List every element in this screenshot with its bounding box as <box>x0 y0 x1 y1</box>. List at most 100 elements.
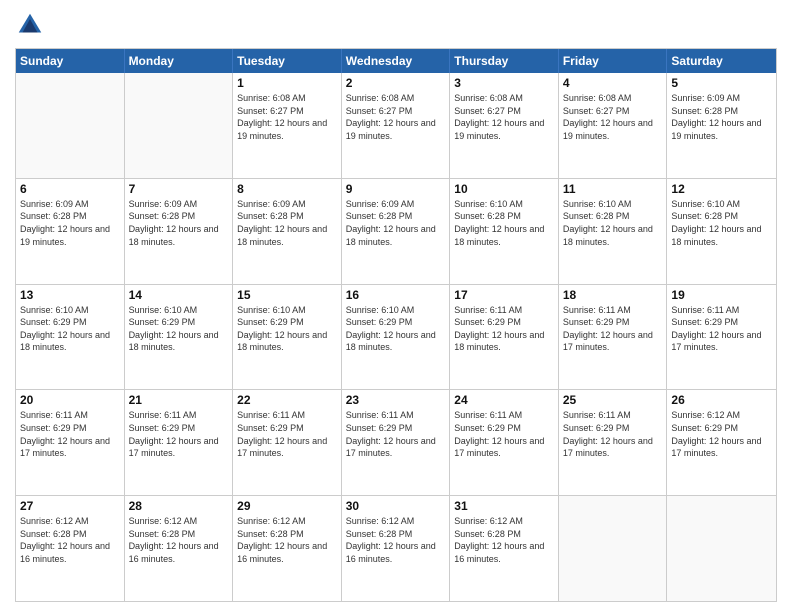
day-number: 9 <box>346 182 446 196</box>
day-info: Sunrise: 6:10 AM Sunset: 6:29 PM Dayligh… <box>20 304 120 354</box>
calendar-cell-5-7 <box>667 496 776 601</box>
day-number: 1 <box>237 76 337 90</box>
logo <box>15 10 49 40</box>
calendar-cell-4-5: 24 Sunrise: 6:11 AM Sunset: 6:29 PM Dayli… <box>450 390 559 495</box>
calendar-cell-3-2: 14 Sunrise: 6:10 AM Sunset: 6:29 PM Dayli… <box>125 285 234 390</box>
day-number: 6 <box>20 182 120 196</box>
logo-icon <box>15 10 45 40</box>
calendar-cell-5-3: 29 Sunrise: 6:12 AM Sunset: 6:28 PM Dayli… <box>233 496 342 601</box>
calendar-cell-3-1: 13 Sunrise: 6:10 AM Sunset: 6:29 PM Dayli… <box>16 285 125 390</box>
calendar-cell-2-2: 7Sunrise: 6:09 AM Sunset: 6:28 PM Daylig… <box>125 179 234 284</box>
calendar-cell-3-3: 15 Sunrise: 6:10 AM Sunset: 6:29 PM Dayli… <box>233 285 342 390</box>
calendar-cell-4-7: 26 Sunrise: 6:12 AM Sunset: 6:29 PM Dayli… <box>667 390 776 495</box>
day-info: Sunrise: 6:11 AM Sunset: 6:29 PM Dayligh… <box>20 409 120 459</box>
calendar-week-5: 27 Sunrise: 6:12 AM Sunset: 6:28 PM Dayli… <box>16 495 776 601</box>
calendar-cell-3-7: 19 Sunrise: 6:11 AM Sunset: 6:29 PM Dayli… <box>667 285 776 390</box>
calendar-cell-4-4: 23Sunrise: 6:11 AM Sunset: 6:29 PM Dayli… <box>342 390 451 495</box>
calendar-cell-1-2 <box>125 73 234 178</box>
calendar-week-3: 13 Sunrise: 6:10 AM Sunset: 6:29 PM Dayli… <box>16 284 776 390</box>
calendar-body: 1 Sunrise: 6:08 AM Sunset: 6:27 PM Daylig… <box>16 73 776 601</box>
calendar-cell-4-6: 25 Sunrise: 6:11 AM Sunset: 6:29 PM Dayli… <box>559 390 668 495</box>
day-number: 13 <box>20 288 120 302</box>
day-number: 27 <box>20 499 120 513</box>
day-number: 26 <box>671 393 772 407</box>
day-info: Sunrise: 6:11 AM Sunset: 6:29 PM Dayligh… <box>129 409 229 459</box>
day-info: Sunrise: 6:12 AM Sunset: 6:28 PM Dayligh… <box>454 515 554 565</box>
day-info: Sunrise: 6:09 AM Sunset: 6:28 PM Dayligh… <box>346 198 446 248</box>
day-number: 12 <box>671 182 772 196</box>
day-info: Sunrise: 6:10 AM Sunset: 6:28 PM Dayligh… <box>671 198 772 248</box>
day-number: 10 <box>454 182 554 196</box>
day-number: 23 <box>346 393 446 407</box>
calendar-week-1: 1 Sunrise: 6:08 AM Sunset: 6:27 PM Daylig… <box>16 73 776 178</box>
day-info: Sunrise: 6:12 AM Sunset: 6:28 PM Dayligh… <box>129 515 229 565</box>
calendar-cell-2-4: 9 Sunrise: 6:09 AM Sunset: 6:28 PM Daylig… <box>342 179 451 284</box>
day-info: Sunrise: 6:11 AM Sunset: 6:29 PM Dayligh… <box>454 409 554 459</box>
calendar-cell-1-3: 1 Sunrise: 6:08 AM Sunset: 6:27 PM Daylig… <box>233 73 342 178</box>
day-info: Sunrise: 6:09 AM Sunset: 6:28 PM Dayligh… <box>237 198 337 248</box>
day-number: 25 <box>563 393 663 407</box>
calendar-cell-2-7: 12 Sunrise: 6:10 AM Sunset: 6:28 PM Dayli… <box>667 179 776 284</box>
day-info: Sunrise: 6:11 AM Sunset: 6:29 PM Dayligh… <box>671 304 772 354</box>
weekday-header-friday: Friday <box>559 49 668 73</box>
calendar-cell-1-5: 3 Sunrise: 6:08 AM Sunset: 6:27 PM Daylig… <box>450 73 559 178</box>
day-number: 8 <box>237 182 337 196</box>
day-info: Sunrise: 6:08 AM Sunset: 6:27 PM Dayligh… <box>454 92 554 142</box>
calendar-cell-1-1 <box>16 73 125 178</box>
weekday-header-thursday: Thursday <box>450 49 559 73</box>
calendar-cell-1-7: 5 Sunrise: 6:09 AM Sunset: 6:28 PM Daylig… <box>667 73 776 178</box>
day-number: 11 <box>563 182 663 196</box>
day-info: Sunrise: 6:09 AM Sunset: 6:28 PM Dayligh… <box>671 92 772 142</box>
calendar: SundayMondayTuesdayWednesdayThursdayFrid… <box>15 48 777 602</box>
calendar-cell-1-6: 4 Sunrise: 6:08 AM Sunset: 6:27 PM Daylig… <box>559 73 668 178</box>
day-number: 17 <box>454 288 554 302</box>
weekday-header-saturday: Saturday <box>667 49 776 73</box>
header <box>15 10 777 40</box>
day-number: 14 <box>129 288 229 302</box>
calendar-cell-5-4: 30Sunrise: 6:12 AM Sunset: 6:28 PM Dayli… <box>342 496 451 601</box>
day-number: 22 <box>237 393 337 407</box>
day-info: Sunrise: 6:10 AM Sunset: 6:29 PM Dayligh… <box>346 304 446 354</box>
weekday-header-tuesday: Tuesday <box>233 49 342 73</box>
day-number: 31 <box>454 499 554 513</box>
day-info: Sunrise: 6:08 AM Sunset: 6:27 PM Dayligh… <box>563 92 663 142</box>
day-number: 4 <box>563 76 663 90</box>
calendar-cell-5-6 <box>559 496 668 601</box>
day-info: Sunrise: 6:08 AM Sunset: 6:27 PM Dayligh… <box>237 92 337 142</box>
day-number: 5 <box>671 76 772 90</box>
day-info: Sunrise: 6:10 AM Sunset: 6:29 PM Dayligh… <box>237 304 337 354</box>
day-number: 28 <box>129 499 229 513</box>
day-number: 16 <box>346 288 446 302</box>
day-number: 18 <box>563 288 663 302</box>
day-number: 24 <box>454 393 554 407</box>
calendar-cell-3-6: 18 Sunrise: 6:11 AM Sunset: 6:29 PM Dayli… <box>559 285 668 390</box>
day-info: Sunrise: 6:12 AM Sunset: 6:29 PM Dayligh… <box>671 409 772 459</box>
day-info: Sunrise: 6:09 AM Sunset: 6:28 PM Dayligh… <box>20 198 120 248</box>
day-info: Sunrise: 6:10 AM Sunset: 6:28 PM Dayligh… <box>454 198 554 248</box>
calendar-cell-1-4: 2Sunrise: 6:08 AM Sunset: 6:27 PM Daylig… <box>342 73 451 178</box>
calendar-cell-4-3: 22Sunrise: 6:11 AM Sunset: 6:29 PM Dayli… <box>233 390 342 495</box>
calendar-cell-3-4: 16 Sunrise: 6:10 AM Sunset: 6:29 PM Dayli… <box>342 285 451 390</box>
calendar-cell-5-5: 31 Sunrise: 6:12 AM Sunset: 6:28 PM Dayli… <box>450 496 559 601</box>
page: SundayMondayTuesdayWednesdayThursdayFrid… <box>0 0 792 612</box>
calendar-week-2: 6 Sunrise: 6:09 AM Sunset: 6:28 PM Daylig… <box>16 178 776 284</box>
day-number: 29 <box>237 499 337 513</box>
weekday-header-sunday: Sunday <box>16 49 125 73</box>
day-info: Sunrise: 6:11 AM Sunset: 6:29 PM Dayligh… <box>563 409 663 459</box>
calendar-cell-2-3: 8 Sunrise: 6:09 AM Sunset: 6:28 PM Daylig… <box>233 179 342 284</box>
day-info: Sunrise: 6:12 AM Sunset: 6:28 PM Dayligh… <box>237 515 337 565</box>
calendar-cell-4-2: 21Sunrise: 6:11 AM Sunset: 6:29 PM Dayli… <box>125 390 234 495</box>
calendar-cell-2-6: 11 Sunrise: 6:10 AM Sunset: 6:28 PM Dayli… <box>559 179 668 284</box>
day-info: Sunrise: 6:12 AM Sunset: 6:28 PM Dayligh… <box>20 515 120 565</box>
day-number: 15 <box>237 288 337 302</box>
day-info: Sunrise: 6:12 AM Sunset: 6:28 PM Dayligh… <box>346 515 446 565</box>
calendar-cell-5-1: 27 Sunrise: 6:12 AM Sunset: 6:28 PM Dayli… <box>16 496 125 601</box>
calendar-cell-3-5: 17Sunrise: 6:11 AM Sunset: 6:29 PM Dayli… <box>450 285 559 390</box>
day-info: Sunrise: 6:11 AM Sunset: 6:29 PM Dayligh… <box>563 304 663 354</box>
day-info: Sunrise: 6:10 AM Sunset: 6:29 PM Dayligh… <box>129 304 229 354</box>
day-info: Sunrise: 6:09 AM Sunset: 6:28 PM Dayligh… <box>129 198 229 248</box>
day-number: 20 <box>20 393 120 407</box>
day-info: Sunrise: 6:10 AM Sunset: 6:28 PM Dayligh… <box>563 198 663 248</box>
day-number: 19 <box>671 288 772 302</box>
day-number: 3 <box>454 76 554 90</box>
